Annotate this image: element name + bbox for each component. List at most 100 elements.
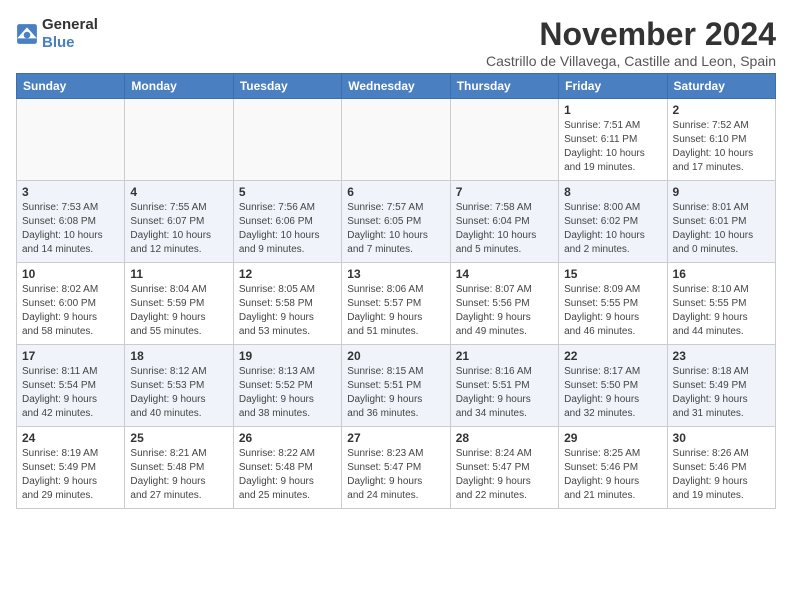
calendar-cell: 30 Sunrise: 8:26 AM Sunset: 5:46 PM Dayli… <box>667 427 775 509</box>
calendar-cell <box>233 99 341 181</box>
weekday-header-monday: Monday <box>125 74 233 99</box>
weekday-header-tuesday: Tuesday <box>233 74 341 99</box>
logo-general: General <box>42 16 98 33</box>
day-info: Sunrise: 7:53 AM Sunset: 6:08 PM Dayligh… <box>22 201 119 257</box>
day-info: Sunrise: 8:24 AM Sunset: 5:47 PM Dayligh… <box>456 447 553 503</box>
calendar-cell: 15 Sunrise: 8:09 AM Sunset: 5:55 PM Dayli… <box>559 263 667 345</box>
calendar-cell: 20 Sunrise: 8:15 AM Sunset: 5:51 PM Dayli… <box>342 345 450 427</box>
day-number: 7 <box>456 185 553 199</box>
day-number: 18 <box>130 349 227 363</box>
calendar-cell: 17 Sunrise: 8:11 AM Sunset: 5:54 PM Dayli… <box>17 345 125 427</box>
day-info: Sunrise: 8:21 AM Sunset: 5:48 PM Dayligh… <box>130 447 227 503</box>
day-info: Sunrise: 7:52 AM Sunset: 6:10 PM Dayligh… <box>673 119 770 175</box>
calendar-cell: 14Sunrise: 8:07 AM Sunset: 5:56 PM Dayli… <box>450 263 558 345</box>
weekday-header-saturday: Saturday <box>667 74 775 99</box>
day-number: 28 <box>456 431 553 445</box>
calendar-cell: 4 Sunrise: 7:55 AM Sunset: 6:07 PM Daylig… <box>125 181 233 263</box>
day-number: 1 <box>564 103 661 117</box>
day-info: Sunrise: 8:19 AM Sunset: 5:49 PM Dayligh… <box>22 447 119 503</box>
day-info: Sunrise: 8:26 AM Sunset: 5:46 PM Dayligh… <box>673 447 770 503</box>
week-row-1: 1 Sunrise: 7:51 AM Sunset: 6:11 PM Daylig… <box>17 99 776 181</box>
calendar-cell: 5 Sunrise: 7:56 AM Sunset: 6:06 PM Daylig… <box>233 181 341 263</box>
day-info: Sunrise: 8:18 AM Sunset: 5:49 PM Dayligh… <box>673 365 770 421</box>
calendar-cell: 12Sunrise: 8:05 AM Sunset: 5:58 PM Dayli… <box>233 263 341 345</box>
day-info: Sunrise: 7:56 AM Sunset: 6:06 PM Dayligh… <box>239 201 336 257</box>
calendar-cell: 6 Sunrise: 7:57 AM Sunset: 6:05 PM Daylig… <box>342 181 450 263</box>
day-number: 26 <box>239 431 336 445</box>
week-row-5: 24 Sunrise: 8:19 AM Sunset: 5:49 PM Dayli… <box>17 427 776 509</box>
calendar-cell: 1 Sunrise: 7:51 AM Sunset: 6:11 PM Daylig… <box>559 99 667 181</box>
day-info: Sunrise: 8:09 AM Sunset: 5:55 PM Dayligh… <box>564 283 661 339</box>
day-number: 21 <box>456 349 553 363</box>
weekday-header-friday: Friday <box>559 74 667 99</box>
calendar-cell: 19Sunrise: 8:13 AM Sunset: 5:52 PM Dayli… <box>233 345 341 427</box>
day-info: Sunrise: 7:57 AM Sunset: 6:05 PM Dayligh… <box>347 201 444 257</box>
day-number: 8 <box>564 185 661 199</box>
day-info: Sunrise: 8:25 AM Sunset: 5:46 PM Dayligh… <box>564 447 661 503</box>
calendar-cell: 11 Sunrise: 8:04 AM Sunset: 5:59 PM Dayli… <box>125 263 233 345</box>
day-info: Sunrise: 8:00 AM Sunset: 6:02 PM Dayligh… <box>564 201 661 257</box>
day-info: Sunrise: 8:23 AM Sunset: 5:47 PM Dayligh… <box>347 447 444 503</box>
calendar-cell <box>342 99 450 181</box>
day-number: 5 <box>239 185 336 199</box>
day-number: 20 <box>347 349 444 363</box>
calendar-cell: 26 Sunrise: 8:22 AM Sunset: 5:48 PM Dayli… <box>233 427 341 509</box>
day-info: Sunrise: 8:22 AM Sunset: 5:48 PM Dayligh… <box>239 447 336 503</box>
calendar-cell <box>17 99 125 181</box>
day-info: Sunrise: 8:17 AM Sunset: 5:50 PM Dayligh… <box>564 365 661 421</box>
day-number: 6 <box>347 185 444 199</box>
calendar-cell: 25Sunrise: 8:21 AM Sunset: 5:48 PM Dayli… <box>125 427 233 509</box>
day-number: 22 <box>564 349 661 363</box>
day-info: Sunrise: 7:55 AM Sunset: 6:07 PM Dayligh… <box>130 201 227 257</box>
calendar-cell: 24 Sunrise: 8:19 AM Sunset: 5:49 PM Dayli… <box>17 427 125 509</box>
day-info: Sunrise: 7:58 AM Sunset: 6:04 PM Dayligh… <box>456 201 553 257</box>
calendar-table: SundayMondayTuesdayWednesdayThursdayFrid… <box>16 73 776 509</box>
weekday-header-sunday: Sunday <box>17 74 125 99</box>
week-row-2: 3 Sunrise: 7:53 AM Sunset: 6:08 PM Daylig… <box>17 181 776 263</box>
logo-icon <box>16 23 38 45</box>
day-number: 30 <box>673 431 770 445</box>
day-info: Sunrise: 8:15 AM Sunset: 5:51 PM Dayligh… <box>347 365 444 421</box>
calendar-cell <box>450 99 558 181</box>
day-number: 17 <box>22 349 119 363</box>
logo-text: General Blue <box>42 16 98 52</box>
day-number: 27 <box>347 431 444 445</box>
day-info: Sunrise: 8:11 AM Sunset: 5:54 PM Dayligh… <box>22 365 119 421</box>
day-info: Sunrise: 8:06 AM Sunset: 5:57 PM Dayligh… <box>347 283 444 339</box>
day-number: 2 <box>673 103 770 117</box>
day-info: Sunrise: 8:01 AM Sunset: 6:01 PM Dayligh… <box>673 201 770 257</box>
calendar-cell: 10Sunrise: 8:02 AM Sunset: 6:00 PM Dayli… <box>17 263 125 345</box>
calendar-cell: 22 Sunrise: 8:17 AM Sunset: 5:50 PM Dayli… <box>559 345 667 427</box>
calendar-cell: 7 Sunrise: 7:58 AM Sunset: 6:04 PM Daylig… <box>450 181 558 263</box>
day-number: 13 <box>347 267 444 281</box>
calendar-cell <box>125 99 233 181</box>
day-number: 15 <box>564 267 661 281</box>
calendar-cell: 9 Sunrise: 8:01 AM Sunset: 6:01 PM Daylig… <box>667 181 775 263</box>
day-number: 9 <box>673 185 770 199</box>
calendar-cell: 18 Sunrise: 8:12 AM Sunset: 5:53 PM Dayli… <box>125 345 233 427</box>
calendar-cell: 28 Sunrise: 8:24 AM Sunset: 5:47 PM Dayli… <box>450 427 558 509</box>
logo-blue: Blue <box>42 34 75 51</box>
weekday-header-row: SundayMondayTuesdayWednesdayThursdayFrid… <box>17 74 776 99</box>
day-info: Sunrise: 8:13 AM Sunset: 5:52 PM Dayligh… <box>239 365 336 421</box>
calendar-cell: 3 Sunrise: 7:53 AM Sunset: 6:08 PM Daylig… <box>17 181 125 263</box>
day-info: Sunrise: 8:16 AM Sunset: 5:51 PM Dayligh… <box>456 365 553 421</box>
calendar-cell: 8 Sunrise: 8:00 AM Sunset: 6:02 PM Daylig… <box>559 181 667 263</box>
day-info: Sunrise: 8:10 AM Sunset: 5:55 PM Dayligh… <box>673 283 770 339</box>
calendar-cell: 2 Sunrise: 7:52 AM Sunset: 6:10 PM Daylig… <box>667 99 775 181</box>
day-number: 24 <box>22 431 119 445</box>
day-info: Sunrise: 8:12 AM Sunset: 5:53 PM Dayligh… <box>130 365 227 421</box>
day-info: Sunrise: 8:04 AM Sunset: 5:59 PM Dayligh… <box>130 283 227 339</box>
day-number: 3 <box>22 185 119 199</box>
day-number: 11 <box>130 267 227 281</box>
location-title: Castrillo de Villavega, Castille and Leo… <box>486 53 776 69</box>
day-number: 4 <box>130 185 227 199</box>
week-row-3: 10Sunrise: 8:02 AM Sunset: 6:00 PM Dayli… <box>17 263 776 345</box>
day-info: Sunrise: 7:51 AM Sunset: 6:11 PM Dayligh… <box>564 119 661 175</box>
week-row-4: 17 Sunrise: 8:11 AM Sunset: 5:54 PM Dayli… <box>17 345 776 427</box>
calendar-cell: 16Sunrise: 8:10 AM Sunset: 5:55 PM Dayli… <box>667 263 775 345</box>
logo: General Blue <box>16 16 98 52</box>
day-number: 10 <box>22 267 119 281</box>
day-number: 23 <box>673 349 770 363</box>
weekday-header-wednesday: Wednesday <box>342 74 450 99</box>
